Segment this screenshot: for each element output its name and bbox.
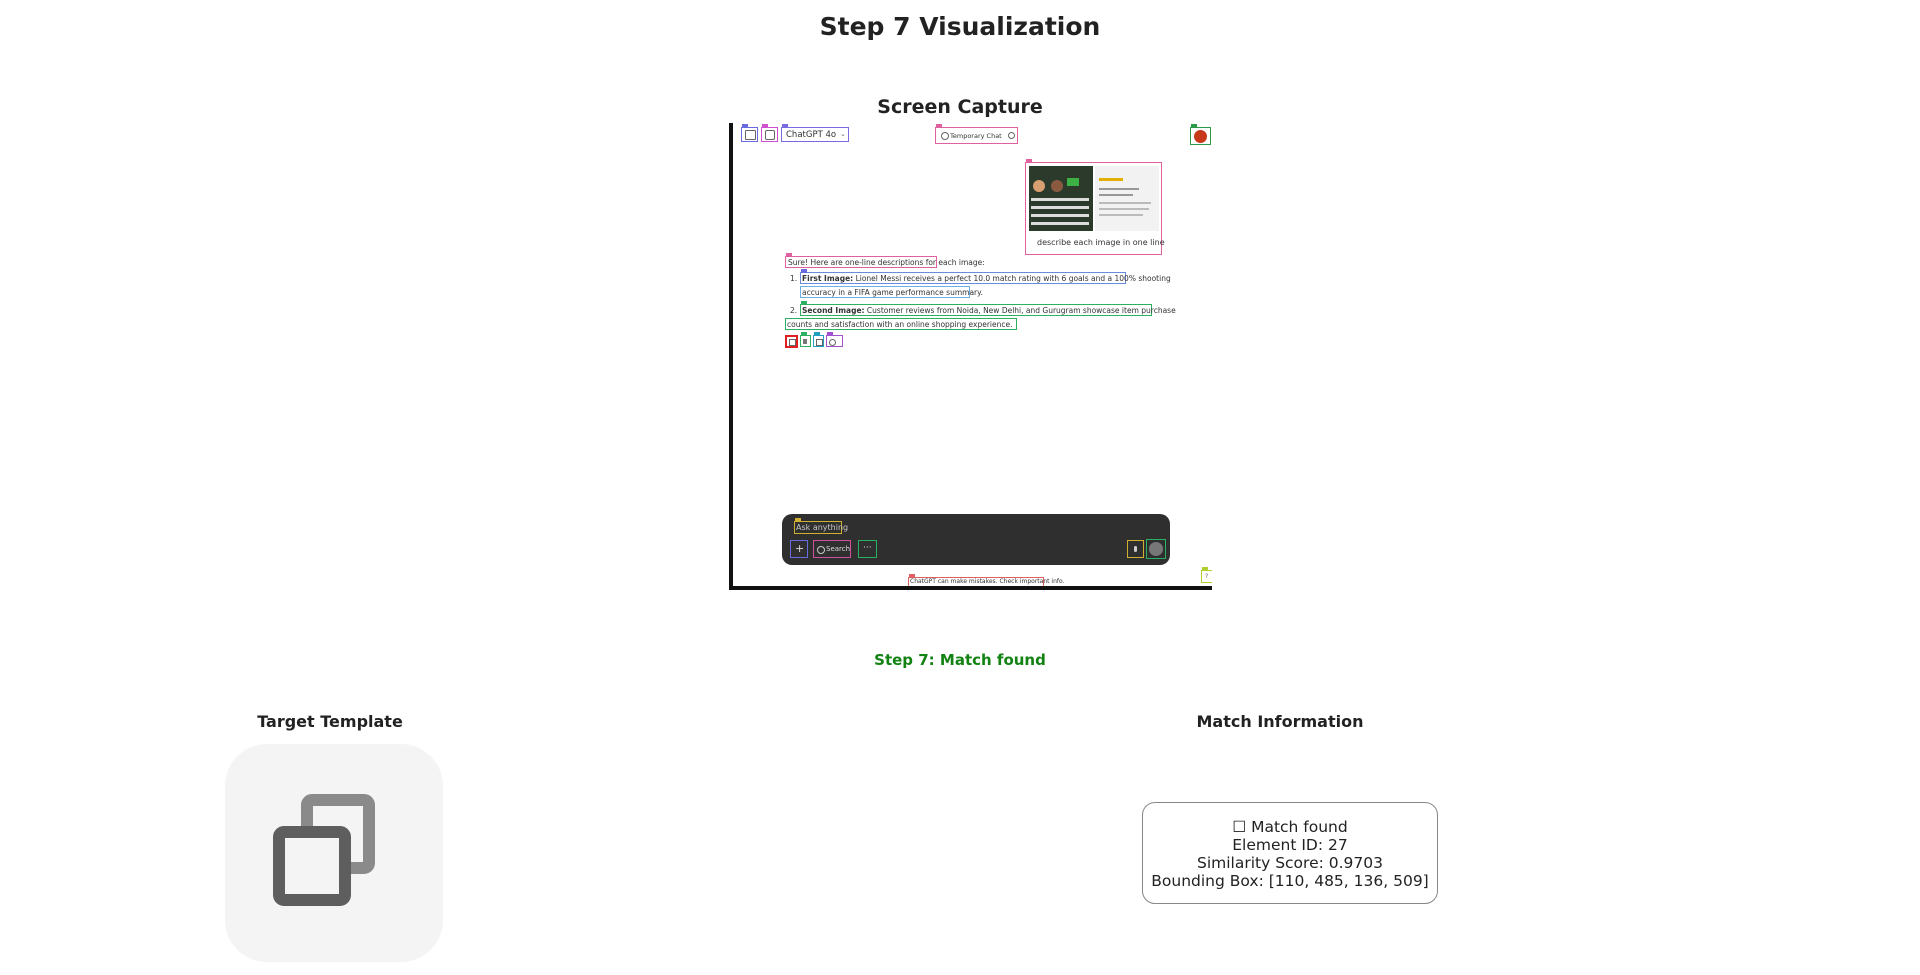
thumbs-up-icon (816, 339, 823, 346)
input-placeholder: Ask anything (796, 523, 849, 532)
similarity-score: Similarity Score: 0.9703 (1196, 854, 1383, 872)
avatar (1194, 130, 1207, 143)
response-item-1: First Image: Lionel Messi receives a per… (800, 269, 1171, 284)
item2-line: Second Image: Customer reviews from Noid… (802, 306, 1176, 315)
target-template-title: Target Template (257, 712, 403, 731)
copy-button[interactable] (785, 335, 798, 348)
response-item-2-cont: counts and satisfaction with an online s… (785, 318, 1017, 330)
chevron-down-icon: ⌄ (840, 130, 846, 138)
temporary-chat-button[interactable]: Temporary Chat (935, 124, 1018, 144)
sidebar-toggle-button[interactable] (741, 124, 758, 142)
info-icon (1008, 132, 1015, 139)
user-message-bubble: describe each image in one line (1025, 159, 1165, 255)
more-icon: ··· (863, 543, 872, 553)
item2-text: Customer reviews from Noida, New Delhi, … (866, 306, 1176, 315)
match-information-title: Match Information (1196, 712, 1364, 731)
match-status: ☐ Match found (1232, 818, 1348, 836)
user-prompt-text: describe each image in one line (1037, 238, 1165, 247)
search-label: Search (826, 545, 851, 553)
screen-capture: ChatGPT 4o ⌄ Temporary Chat describe eac… (729, 123, 1212, 590)
voice-mode-button[interactable] (1146, 539, 1166, 559)
item1-text: Lionel Messi receives a perfect 10.0 mat… (855, 274, 1171, 283)
speaker-icon (803, 339, 807, 344)
copy-icon (273, 794, 375, 906)
read-aloud-button[interactable] (800, 332, 811, 347)
question-icon: ? (1205, 573, 1209, 580)
item2-cont: counts and satisfaction with an online s… (787, 320, 1013, 329)
item1-cont: accuracy in a FIFA game performance summ… (802, 288, 983, 297)
item2-bold: Second Image: (802, 306, 865, 315)
edit-icon (765, 130, 775, 140)
copy-icon (789, 339, 796, 346)
regenerate-button[interactable] (826, 332, 843, 347)
new-chat-button[interactable] (761, 124, 778, 142)
chat-bubble-icon (941, 132, 949, 140)
disclaimer: ChatGPT can make mistakes. Check importa… (908, 574, 1064, 586)
item1-bold: First Image: (802, 274, 854, 283)
voice-mode-icon (1149, 542, 1163, 556)
list-number-1: 1. (790, 274, 798, 283)
globe-icon (817, 546, 825, 554)
uploaded-image-fifa[interactable] (1029, 166, 1093, 231)
temporary-chat-label: Temporary Chat (950, 132, 1002, 140)
page-title: Step 7 Visualization (819, 12, 1101, 41)
item1-line: First Image: Lionel Messi receives a per… (802, 274, 1171, 283)
composer: Ask anything + Search ··· (782, 514, 1170, 565)
message-input[interactable]: Ask anything (794, 518, 848, 534)
disclaimer-text: ChatGPT can make mistakes. Check importa… (910, 578, 1065, 585)
match-info-box: ☐ Match found Element ID: 27 Similarity … (1142, 802, 1438, 904)
response-item-1-cont: accuracy in a FIFA game performance summ… (800, 286, 983, 298)
thumbs-up-button[interactable] (813, 332, 824, 347)
response-intro-text: Sure! Here are one-line descriptions for… (788, 258, 985, 267)
list-number-2-label: 2. (790, 306, 798, 315)
model-selector[interactable]: ChatGPT 4o ⌄ (781, 124, 849, 142)
element-id: Element ID: 27 (1232, 836, 1348, 854)
plus-icon: + (795, 542, 805, 555)
more-options-button[interactable]: ··· (858, 540, 877, 558)
uploaded-image-reviews[interactable] (1095, 166, 1159, 231)
response-item-2: Second Image: Customer reviews from Noid… (800, 301, 1176, 316)
screen-capture-title: Screen Capture (877, 96, 1043, 118)
profile-avatar-button[interactable] (1190, 124, 1211, 145)
microphone-icon (1134, 546, 1137, 552)
attach-button[interactable]: + (790, 540, 808, 558)
target-template-image (225, 744, 443, 962)
help-button[interactable]: ? (1201, 567, 1212, 583)
response-intro: Sure! Here are one-line descriptions for… (785, 253, 985, 268)
model-label: ChatGPT 4o (786, 130, 837, 140)
status-message: Step 7: Match found (874, 651, 1046, 669)
bounding-box: Bounding Box: [110, 485, 136, 509] (1151, 872, 1429, 890)
voice-button[interactable] (1127, 540, 1144, 558)
search-button[interactable]: Search (813, 540, 851, 558)
sidebar-icon (745, 130, 756, 140)
refresh-icon (829, 339, 836, 346)
